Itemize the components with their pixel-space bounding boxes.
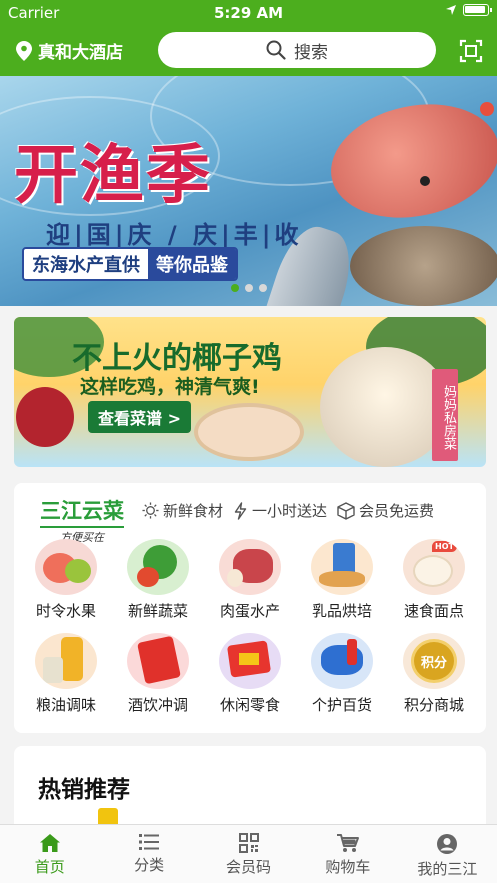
category-label: 时令水果 xyxy=(35,602,96,620)
crab-image xyxy=(350,226,497,306)
promo-banner[interactable]: 不上火的椰子鸡 这样吃鸡，神清气爽! 查看菜谱 > 妈妈私房菜 xyxy=(14,317,486,467)
personal-care-icon xyxy=(311,633,373,689)
cart-icon xyxy=(336,834,359,852)
view-recipe-button[interactable]: 查看菜谱 > xyxy=(88,401,191,433)
banner-carousel[interactable]: 开渔季 迎|国|庆 / 庆|丰|收 东海水产直供 等你品鉴 xyxy=(0,76,497,306)
tab-profile[interactable]: 我的三江 xyxy=(398,825,497,883)
fish-eye xyxy=(420,176,430,186)
location-arrow-icon xyxy=(446,5,456,15)
feature-delivery: 一小时送达 xyxy=(233,500,327,521)
carousel-dot[interactable] xyxy=(230,284,239,292)
location-name: 真和大酒店 xyxy=(38,43,123,63)
tab-label: 我的三江 xyxy=(417,860,478,878)
tab-home[interactable]: 首页 xyxy=(0,825,99,883)
banner-tag-right: 等你品鉴 xyxy=(148,249,236,279)
banner-subtitle: 迎|国|庆 / 庆|丰|收 xyxy=(46,221,303,249)
category-item[interactable]: 时令水果 xyxy=(20,539,112,621)
tab-category[interactable]: 分类 xyxy=(99,825,198,883)
vegetable-icon xyxy=(127,539,189,595)
category-label: 酒饮冲调 xyxy=(127,696,188,714)
hot-badge: HOT xyxy=(432,541,457,552)
carousel-dot[interactable] xyxy=(244,284,253,292)
tab-label: 购物车 xyxy=(325,858,371,876)
category-card: 三江云菜 方便买在 新鲜食材 一小时送达 会员免运费 时令水果 新鲜蔬菜 肉蛋水… xyxy=(14,483,486,733)
category-item[interactable]: 积分 积分商城 xyxy=(388,633,480,715)
tab-label: 首页 xyxy=(34,858,65,876)
category-item[interactable]: 个护百货 xyxy=(296,633,388,715)
snack-icon xyxy=(219,633,281,689)
bottom-tab-bar: 首页 分类 会员码 购物车 我的三江 xyxy=(0,824,497,883)
promo-title: 不上火的椰子鸡 xyxy=(72,341,282,376)
sun-icon xyxy=(142,502,159,519)
category-label: 个护百货 xyxy=(311,696,372,714)
status-icons xyxy=(445,4,492,16)
bobber-decoration xyxy=(480,102,494,116)
category-label: 粮油调味 xyxy=(35,696,96,714)
category-item[interactable]: HOT 速食面点 xyxy=(388,539,480,621)
app-header: 真和大酒店 搜索 xyxy=(0,26,497,76)
coconut-bowl-image xyxy=(320,347,450,467)
clock: 5:29 AM xyxy=(213,4,284,22)
points-icon: 积分 xyxy=(403,633,465,689)
category-label: 新鲜蔬菜 xyxy=(127,602,188,620)
brand-name: 三江云菜 xyxy=(40,498,124,523)
tab-member-code[interactable]: 会员码 xyxy=(199,825,298,883)
tab-label: 会员码 xyxy=(226,858,272,876)
feature-label: 一小时送达 xyxy=(252,502,328,520)
banner-tag: 东海水产直供 等你品鉴 xyxy=(22,247,238,281)
carousel-dots xyxy=(0,284,497,292)
category-item[interactable]: 粮油调味 xyxy=(20,633,112,715)
search-input[interactable]: 搜索 xyxy=(158,32,436,68)
lightning-icon xyxy=(234,501,247,520)
search-placeholder: 搜索 xyxy=(294,42,328,63)
brand-logo: 三江云菜 方便买在 xyxy=(40,495,124,545)
drink-icon xyxy=(127,633,189,689)
scan-icon[interactable] xyxy=(459,39,483,63)
meat-icon xyxy=(219,539,281,595)
category-grid: 时令水果 新鲜蔬菜 肉蛋水产 乳品烘培 HOT 速食面点 粮油调味 酒饮冲调 休… xyxy=(20,539,480,715)
qr-code-icon xyxy=(238,833,259,853)
banner-tag-left: 东海水产直供 xyxy=(24,249,148,279)
carousel-dot[interactable] xyxy=(258,284,267,292)
dumpling-icon: HOT xyxy=(403,539,465,595)
category-item[interactable]: 休闲零食 xyxy=(204,633,296,715)
category-label: 肉蛋水产 xyxy=(219,602,280,620)
status-bar: Carrier 5:29 AM xyxy=(0,0,497,26)
battery-icon xyxy=(463,4,492,16)
tab-cart[interactable]: 购物车 xyxy=(298,825,397,883)
fruit-icon xyxy=(35,539,97,595)
category-label: 休闲零食 xyxy=(219,696,280,714)
oil-icon xyxy=(35,633,97,689)
hot-section-title: 热销推荐 xyxy=(38,777,130,803)
category-item[interactable]: 乳品烘培 xyxy=(296,539,388,621)
list-icon xyxy=(139,834,160,850)
dairy-icon xyxy=(311,539,373,595)
service-features: 新鲜食材 一小时送达 会员免运费 xyxy=(142,500,434,521)
chicken-plate-image xyxy=(194,403,304,461)
tab-label: 分类 xyxy=(134,856,165,874)
search-icon xyxy=(266,40,286,60)
hot-recommend-section: 热销推荐 xyxy=(14,746,486,836)
location-pin-icon xyxy=(16,40,32,61)
category-label: 乳品烘培 xyxy=(311,602,372,620)
feature-label: 新鲜食材 xyxy=(163,502,224,520)
location-selector[interactable]: 真和大酒店 xyxy=(16,38,123,63)
feature-free-shipping: 会员免运费 xyxy=(337,500,434,521)
points-coin: 积分 xyxy=(411,639,457,683)
dates-image xyxy=(16,387,74,447)
category-item[interactable]: 肉蛋水产 xyxy=(204,539,296,621)
promo-subtitle: 这样吃鸡，神清气爽! xyxy=(80,376,260,398)
home-icon xyxy=(39,834,60,852)
promo-vertical-tag: 妈妈私房菜 xyxy=(432,369,458,461)
category-label: 积分商城 xyxy=(403,696,464,714)
feature-fresh: 新鲜食材 xyxy=(142,500,223,521)
banner-title: 开渔季 xyxy=(14,138,212,213)
box-icon xyxy=(337,501,355,520)
feature-label: 会员免运费 xyxy=(359,502,435,520)
category-item[interactable]: 新鲜蔬菜 xyxy=(112,539,204,621)
category-label: 速食面点 xyxy=(403,602,464,620)
category-item[interactable]: 酒饮冲调 xyxy=(112,633,204,715)
user-icon xyxy=(437,834,458,854)
